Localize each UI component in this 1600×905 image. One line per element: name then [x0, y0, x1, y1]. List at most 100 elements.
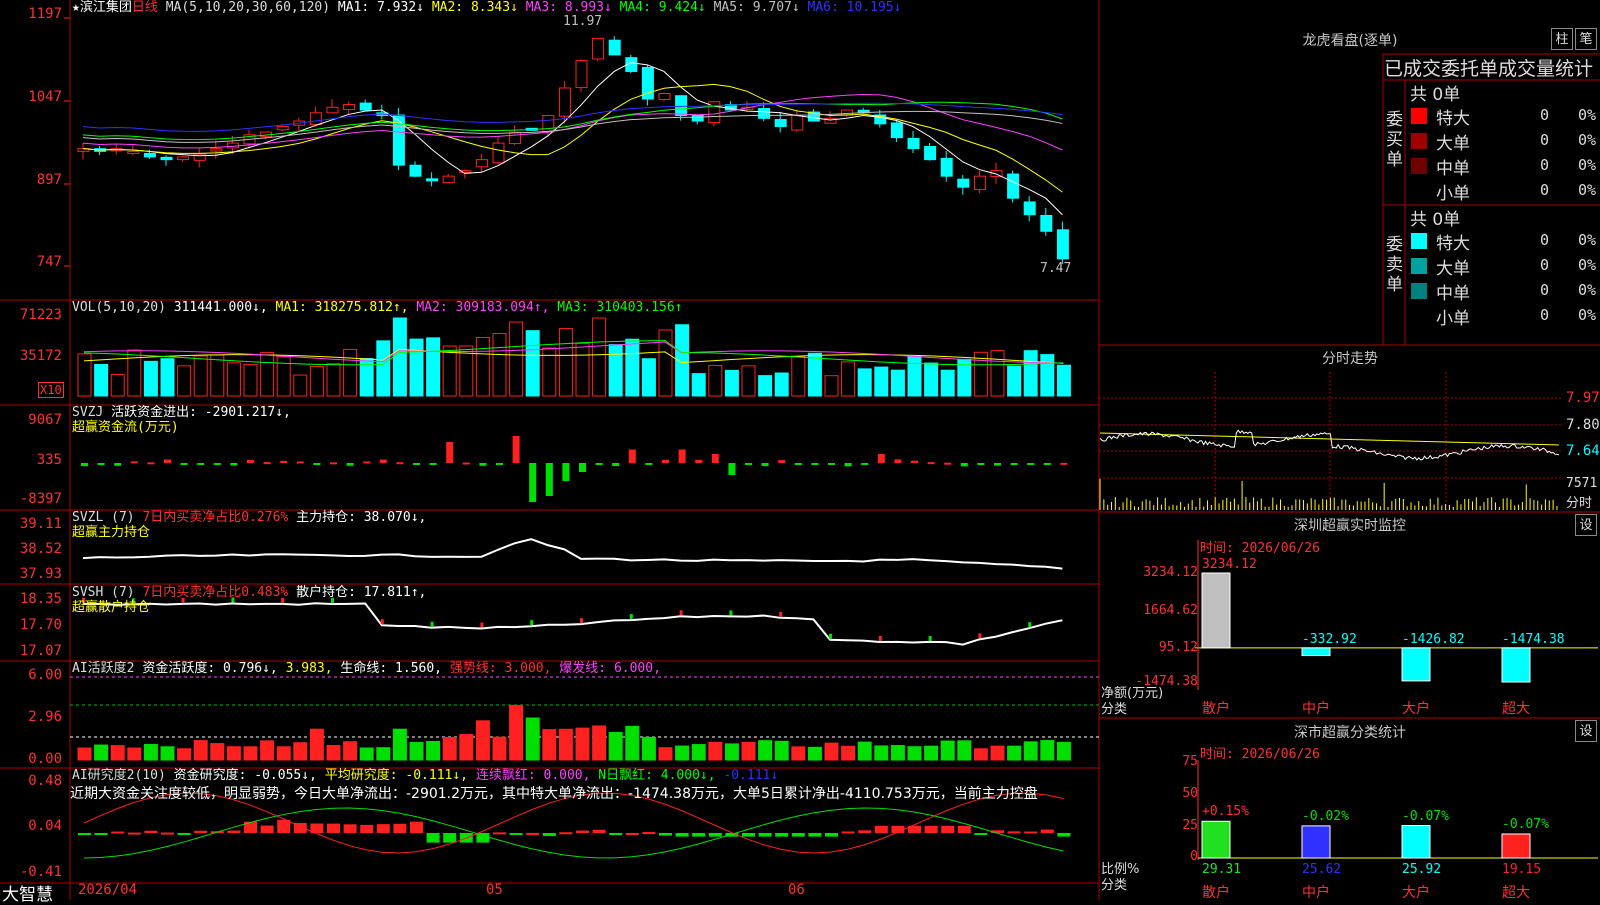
activity-bar	[824, 742, 839, 761]
sz-settings-button[interactable]: 设	[1575, 514, 1597, 536]
buy-row-name: 中单	[1436, 159, 1470, 179]
buy-row-value: 0	[1540, 156, 1550, 174]
cls-value: 25.92	[1402, 862, 1442, 877]
activity-bar	[525, 717, 540, 761]
activity-bar	[907, 746, 922, 761]
research-bar	[509, 833, 523, 835]
fund-flow-bar	[579, 463, 586, 472]
fenshi-label: 分时	[1566, 496, 1593, 511]
volume-bar	[160, 358, 175, 397]
candle	[558, 87, 571, 117]
svzl-tick: 37.93	[19, 566, 62, 582]
ai1-value2: 3.983,	[285, 661, 333, 676]
sz-bar-label: -1426.82	[1402, 631, 1465, 647]
retail-tick	[829, 633, 832, 639]
research-bar	[1024, 831, 1038, 834]
ai1-lifeline: 生命线: 1.560,	[340, 661, 443, 676]
research-bar	[808, 833, 822, 837]
fund-flow-bar	[794, 463, 802, 465]
volume-bar	[774, 372, 789, 397]
fund-flow-bar	[745, 463, 752, 465]
research-bar	[542, 833, 556, 837]
volume-bar	[807, 352, 822, 397]
fund-flow-bar	[911, 460, 918, 463]
research-bar	[625, 832, 639, 835]
volume-bar	[343, 348, 358, 397]
activity-bar	[874, 745, 889, 761]
fund-flow-bar	[811, 463, 819, 465]
fund-flow-bar	[462, 462, 470, 465]
activity-bar	[409, 742, 424, 761]
fund-flow-bar	[263, 462, 271, 465]
svzj-sub: 超赢资金流(万元)	[72, 420, 179, 435]
sz-bar-label: -1474.38	[1502, 631, 1565, 647]
bar-mode-button[interactable]: 柱	[1551, 28, 1573, 50]
candle	[608, 39, 621, 56]
activity-bar	[708, 741, 723, 761]
fund-flow-bar	[363, 461, 371, 464]
candle	[177, 156, 190, 161]
cls-tick: 0	[1190, 849, 1198, 864]
candle	[542, 115, 555, 133]
fund-flow-bar	[429, 463, 437, 465]
ai1-label: AI活跃度2	[72, 661, 135, 676]
star-icon[interactable]: ★	[72, 0, 80, 15]
sell-row-name: 小单	[1436, 309, 1470, 329]
buy-row-value: 0	[1540, 131, 1550, 149]
sz-category: 散户	[1202, 701, 1230, 717]
candle	[492, 142, 505, 164]
activity-bar	[94, 744, 109, 761]
cls-bar	[1301, 825, 1331, 859]
research-bar	[177, 833, 191, 835]
activity-bar	[957, 740, 972, 761]
volume-bar	[625, 338, 640, 397]
retail-tick	[878, 636, 882, 642]
fund-flow-bar	[944, 462, 952, 465]
ai2-tick: 0.04	[28, 818, 62, 834]
candle	[160, 156, 173, 161]
ai1-tick: 0.00	[28, 751, 62, 767]
research-bar	[924, 825, 938, 833]
volume-bar	[658, 329, 673, 397]
candle	[957, 178, 970, 188]
fund-flow-bar	[628, 449, 636, 463]
fund-flow-bar	[1043, 463, 1051, 465]
cls-bar	[1401, 825, 1431, 859]
candle	[475, 159, 488, 168]
research-bar	[127, 832, 141, 835]
research-line-green	[83, 807, 1064, 859]
retail-tick	[729, 610, 733, 616]
fund-flow-bar	[479, 463, 487, 466]
research-bar	[1040, 829, 1054, 833]
sz-bar	[1501, 647, 1531, 683]
period-label[interactable]: 日线	[132, 0, 158, 15]
brand-logo[interactable]: 大智慧	[2, 880, 53, 905]
cls-change: -0.02%	[1302, 808, 1349, 824]
cls-settings-button[interactable]: 设	[1575, 720, 1597, 742]
fund-flow-bar	[728, 463, 736, 475]
tick-mode-button[interactable]: 笔	[1575, 28, 1597, 50]
volume-bar	[309, 365, 324, 397]
vol-ma2: MA2: 309183.094↑,	[416, 300, 550, 315]
candle	[592, 37, 605, 60]
activity-bar	[924, 745, 939, 761]
fund-flow-bar	[396, 462, 404, 465]
candle	[973, 175, 986, 190]
buy-total: 共 0单	[1410, 85, 1461, 105]
candle	[276, 126, 289, 131]
svsh-tick: 18.35	[19, 591, 62, 607]
activity-bar	[625, 725, 640, 761]
retail-tick	[380, 619, 384, 625]
ai1-activity: 资金活跃度: 0.796↓,	[142, 661, 278, 676]
svzj-header: SVZJ 活跃资金进出: -2901.217↓,	[72, 405, 291, 421]
chart-canvas[interactable]	[0, 0, 1600, 900]
fund-flow-bar	[197, 463, 205, 465]
retail-tick	[679, 610, 683, 616]
volume-bar	[210, 354, 225, 397]
candle	[359, 102, 372, 111]
date-tick: 05	[486, 882, 503, 898]
sz-category: 大户	[1402, 701, 1430, 717]
activity-bar	[973, 748, 988, 761]
research-bar	[1007, 831, 1021, 834]
svzl-tick: 39.11	[19, 516, 62, 532]
